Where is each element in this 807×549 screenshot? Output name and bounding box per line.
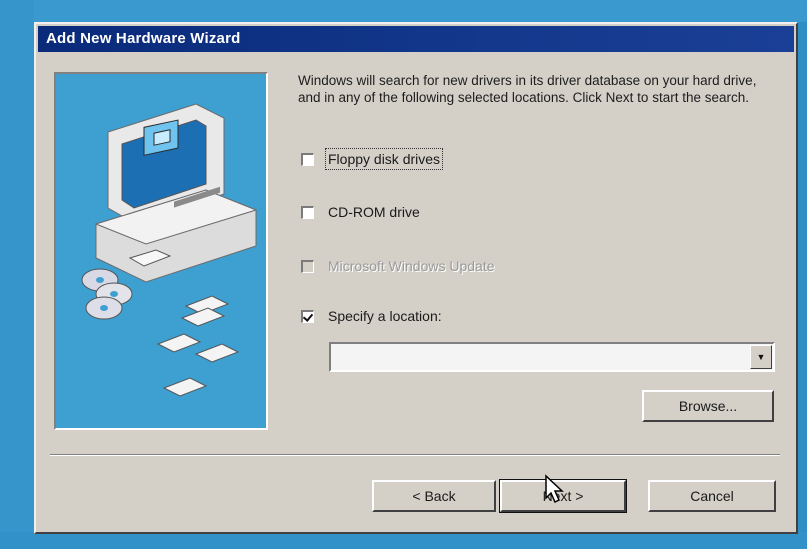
desktop-background-top [0, 0, 807, 22]
title-bar[interactable]: Add New Hardware Wizard [38, 26, 794, 52]
computer-illustration [81, 103, 258, 397]
desktop-background-bottom [0, 532, 807, 549]
floppy-drives-label[interactable]: Floppy disk drives [324, 148, 444, 170]
browse-button[interactable]: Browse... [642, 390, 774, 422]
cd-rom-label[interactable]: CD-ROM drive [328, 204, 420, 220]
back-button[interactable]: < Back [372, 480, 496, 512]
dropdown-arrow-icon[interactable]: ▼ [750, 345, 772, 369]
cancel-button[interactable]: Cancel [648, 480, 776, 512]
floppy-drives-checkbox[interactable] [301, 152, 314, 166]
option-windows-update: Microsoft Windows Update [301, 255, 495, 277]
location-combobox[interactable]: ▼ [329, 342, 775, 372]
instruction-text: Windows will search for new drivers in i… [298, 73, 757, 105]
option-cd-rom[interactable]: CD-ROM drive [301, 201, 420, 223]
specify-location-checkbox[interactable] [301, 309, 314, 323]
floppy-disk-icon [156, 295, 240, 397]
option-specify-location[interactable]: Specify a location: [301, 305, 442, 327]
cd-rom-checkbox[interactable] [301, 205, 314, 219]
mouse-cursor-icon [545, 474, 564, 504]
specify-location-label[interactable]: Specify a location: [328, 308, 442, 324]
window-title: Add New Hardware Wizard [46, 30, 241, 47]
windows-update-label: Microsoft Windows Update [328, 258, 495, 274]
wizard-illustration-panel [54, 72, 268, 430]
wizard-dialog: Add New Hardware Wizard Windows will sea… [34, 22, 798, 534]
desktop-background-left [0, 0, 34, 549]
button-separator [50, 454, 780, 456]
option-floppy-drives[interactable]: Floppy disk drives [301, 148, 444, 170]
windows-update-checkbox [301, 259, 314, 273]
cd-disc-icon [81, 268, 133, 320]
